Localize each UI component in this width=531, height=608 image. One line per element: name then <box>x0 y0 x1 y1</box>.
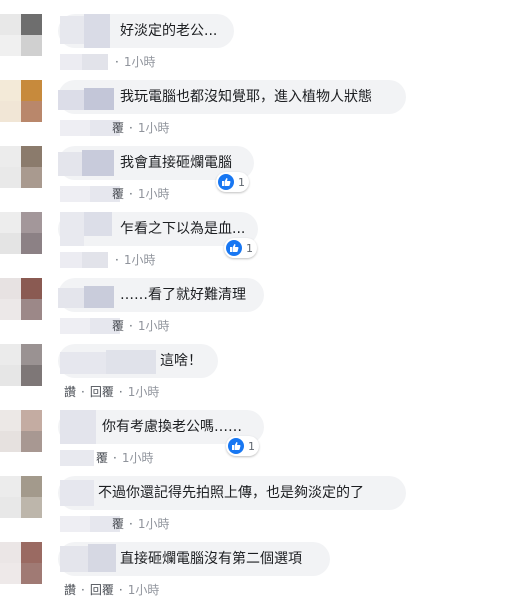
avatar[interactable] <box>0 212 42 254</box>
comment-bubble: 這啥！ <box>58 344 218 378</box>
commenter-name[interactable] <box>58 278 116 312</box>
like-thumb-icon <box>218 174 234 190</box>
like-thumb-icon <box>226 240 242 256</box>
comment-time[interactable]: 1小時 <box>138 516 170 532</box>
reaction-count: 1 <box>238 175 245 189</box>
comment-text: 我會直接砸爛電腦 <box>120 155 232 171</box>
reaction-count: 1 <box>248 439 255 453</box>
comment-text: 你有考慮換老公嗎…… <box>102 419 242 435</box>
comment-actions: 讚 · 回覆 · 1小時 <box>64 582 160 598</box>
comment-time[interactable]: 1小時 <box>128 582 160 598</box>
avatar[interactable] <box>0 344 42 386</box>
comment-item: 我會直接砸爛電腦 1 覆 · 1小時 <box>0 146 531 212</box>
reaction-summary[interactable]: 1 <box>226 436 259 456</box>
comment-bubble: 好淡定的老公... <box>58 14 234 48</box>
reply-link[interactable]: 回覆 <box>90 384 114 400</box>
comment-actions: 覆 · 1小時 <box>112 120 170 136</box>
like-thumb-icon <box>228 438 244 454</box>
comment-bubble: 不過你還記得先拍照上傳，也是夠淡定的了 <box>58 476 406 510</box>
avatar[interactable] <box>0 410 42 452</box>
comment-actions: 覆 · 1小時 <box>112 186 170 202</box>
comment-text: 這啥！ <box>160 353 202 369</box>
comment-bubble: ……看了就好難清理 <box>58 278 264 312</box>
comment-actions: 讚 · 回覆 · 1小時 <box>64 384 160 400</box>
commenter-name[interactable] <box>58 344 158 378</box>
comment-time[interactable]: 1小時 <box>128 384 160 400</box>
commenter-name[interactable] <box>58 542 118 576</box>
comment-time[interactable]: 1小時 <box>122 450 154 466</box>
comment-text: ……看了就好難清理 <box>120 287 246 303</box>
comment-time[interactable]: 1小時 <box>138 120 170 136</box>
comment-item: 我玩電腦也都沒知覺耶，進入植物人狀態 覆 · 1小時 <box>0 80 531 146</box>
reaction-summary[interactable]: 1 <box>216 172 249 192</box>
avatar[interactable] <box>0 80 42 122</box>
comment-text: 直接砸爛電腦沒有第二個選項 <box>120 551 302 567</box>
avatar[interactable] <box>0 476 42 518</box>
commenter-name[interactable] <box>58 80 116 114</box>
commenter-name[interactable] <box>58 410 100 444</box>
comment-time[interactable]: 1小時 <box>138 186 170 202</box>
comment-actions: 覆 · 1小時 <box>112 318 170 334</box>
avatar[interactable] <box>0 146 42 188</box>
comment-time[interactable]: 1小時 <box>138 318 170 334</box>
reaction-count: 1 <box>246 241 253 255</box>
comment-text: 我玩電腦也都沒知覺耶，進入植物人狀態 <box>120 89 372 105</box>
comment-item: 直接砸爛電腦沒有第二個選項 讚 · 回覆 · 1小時 <box>0 542 531 608</box>
reaction-summary[interactable]: 1 <box>224 238 257 258</box>
comment-item: 你有考慮換老公嗎…… 1 覆 · 1小時 <box>0 410 531 476</box>
action-blur <box>60 450 96 466</box>
like-link[interactable]: 讚 <box>64 582 76 598</box>
commenter-name[interactable] <box>58 476 98 510</box>
commenter-name[interactable] <box>58 212 114 246</box>
comment-bubble: 直接砸爛電腦沒有第二個選項 <box>58 542 330 576</box>
comment-item: ……看了就好難清理 覆 · 1小時 <box>0 278 531 344</box>
action-blur <box>60 252 110 268</box>
comment-actions: 覆 · 1小時 <box>112 516 170 532</box>
comment-actions: · 1小時 <box>115 54 156 70</box>
comment-item: 好淡定的老公... · 1小時 <box>0 14 531 80</box>
reply-link[interactable]: 回覆 <box>90 582 114 598</box>
like-link[interactable]: 讚 <box>64 384 76 400</box>
comment-item: 乍看之下以為是血... 1 · 1小時 <box>0 212 531 278</box>
comment-bubble: 我玩電腦也都沒知覺耶，進入植物人狀態 <box>58 80 406 114</box>
comment-text: 好淡定的老公... <box>120 23 218 39</box>
comment-actions: · 1小時 <box>115 252 156 268</box>
comment-text: 不過你還記得先拍照上傳，也是夠淡定的了 <box>98 485 364 501</box>
avatar[interactable] <box>0 278 42 320</box>
comment-actions: 覆 · 1小時 <box>96 450 154 466</box>
avatar[interactable] <box>0 542 42 584</box>
avatar[interactable] <box>0 14 42 56</box>
commenter-name[interactable] <box>58 146 116 180</box>
comment-item: 這啥！ 讚 · 回覆 · 1小時 <box>0 344 531 410</box>
comment-item: 不過你還記得先拍照上傳，也是夠淡定的了 覆 · 1小時 <box>0 476 531 542</box>
commenter-name[interactable] <box>58 14 114 48</box>
comment-text: 乍看之下以為是血... <box>120 221 246 237</box>
action-blur <box>60 54 110 70</box>
comment-time[interactable]: 1小時 <box>124 252 156 268</box>
comment-time[interactable]: 1小時 <box>124 54 156 70</box>
